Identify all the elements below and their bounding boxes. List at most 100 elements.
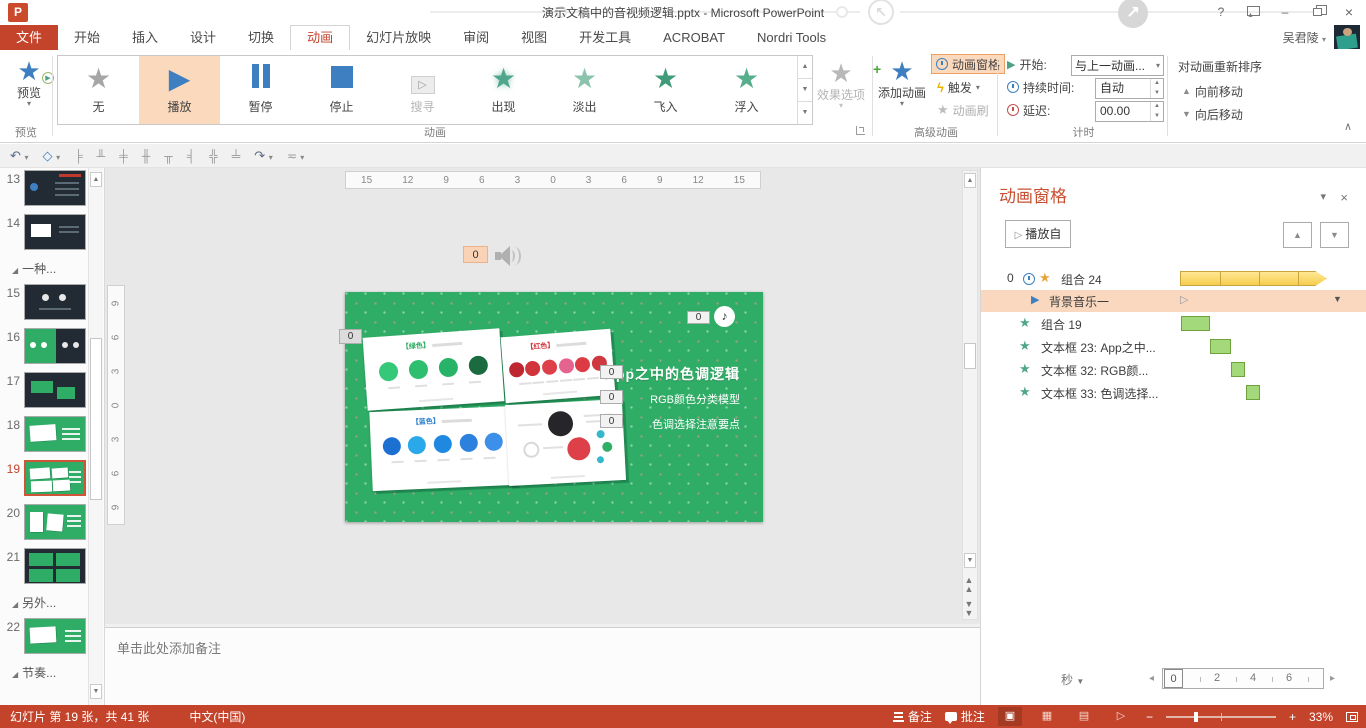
- timeline-scroll-right-icon[interactable]: ▸: [1330, 673, 1335, 684]
- delay-spinner[interactable]: 00.00 ▲▼: [1095, 101, 1164, 122]
- timeline-bar-yellow[interactable]: [1180, 271, 1327, 286]
- duration-spinner[interactable]: 自动 ▲▼: [1095, 78, 1164, 99]
- timeline-scale[interactable]: 0 2 4 6: [1162, 668, 1324, 689]
- audio-animation-sequence-badge[interactable]: 0: [463, 246, 488, 263]
- gallery-pause[interactable]: 暂停: [220, 56, 301, 124]
- timeline-position-marker[interactable]: 0: [1164, 669, 1183, 688]
- animation-pane-button[interactable]: 动画窗格: [931, 54, 1005, 74]
- duration-down-icon[interactable]: ▼: [1151, 89, 1163, 99]
- slide-counter[interactable]: 幻灯片 第 19 张，共 41 张: [10, 708, 149, 725]
- thumbnail-scrollbar[interactable]: ▲ ▼: [88, 168, 103, 705]
- reading-view-button[interactable]: ▤: [1072, 707, 1096, 726]
- animation-sequence-badge[interactable]: 0: [339, 329, 362, 344]
- tab-slideshow[interactable]: 幻灯片放映: [350, 25, 447, 50]
- comments-toggle-button[interactable]: 批注: [945, 708, 985, 725]
- minimize-button[interactable]: –: [1272, 2, 1298, 23]
- gallery-appear[interactable]: ★ 出现: [463, 56, 544, 124]
- timeline-scroll-left-icon[interactable]: ◂: [1149, 673, 1154, 684]
- distribute-horizontal-icon[interactable]: ╫: [142, 149, 151, 163]
- gallery-play[interactable]: ▶ 播放: [139, 56, 220, 124]
- animation-sequence-badge[interactable]: 0: [600, 365, 623, 379]
- tab-transitions[interactable]: 切换: [232, 25, 290, 50]
- zoom-slider-knob[interactable]: [1194, 712, 1198, 722]
- tab-file[interactable]: 文件: [0, 25, 58, 50]
- audio-speaker-icon[interactable]: [495, 244, 523, 268]
- tab-view[interactable]: 视图: [505, 25, 563, 50]
- next-slide-button[interactable]: ▼▼: [964, 600, 974, 618]
- start-combobox[interactable]: 与上一动画... ▾: [1071, 55, 1164, 76]
- scroll-up-icon[interactable]: ▲: [90, 172, 102, 187]
- scrollbar-thumb[interactable]: [90, 338, 102, 500]
- play-from-button[interactable]: ▷播放自: [1005, 220, 1071, 248]
- slide-canvas[interactable]: 【绿色】 【红色】: [345, 292, 763, 522]
- gallery-float-in[interactable]: ★↑ 浮入: [706, 56, 787, 124]
- tab-review[interactable]: 审阅: [447, 25, 505, 50]
- slide-subtitle1-text[interactable]: RGB颜色分类模型: [540, 391, 740, 407]
- move-down-button[interactable]: ▼: [1320, 222, 1349, 248]
- pane-close-icon[interactable]: ×: [1340, 190, 1348, 205]
- align-right-icon[interactable]: ╡: [187, 149, 196, 163]
- tab-developer[interactable]: 开发工具: [563, 25, 647, 50]
- delay-down-icon[interactable]: ▼: [1151, 112, 1163, 122]
- add-animation-button[interactable]: ★+ 添加动画 ▾: [877, 56, 927, 108]
- slide-card-diagram[interactable]: [505, 399, 626, 486]
- timeline-bar-green[interactable]: [1210, 339, 1231, 354]
- slide-card-green[interactable]: 【绿色】: [363, 328, 505, 410]
- redo-button[interactable]: ↷ ▾: [254, 148, 273, 164]
- account-avatar[interactable]: [1334, 25, 1360, 49]
- music-note-icon[interactable]: ♪: [714, 306, 735, 327]
- gallery-fly-in[interactable]: ★↑ 飞入: [625, 56, 706, 124]
- slideshow-view-button[interactable]: ▷: [1109, 707, 1133, 726]
- timeline-bar-green[interactable]: [1246, 385, 1260, 400]
- normal-view-button[interactable]: ▣: [998, 707, 1022, 726]
- animation-sequence-badge[interactable]: 0: [687, 311, 710, 324]
- animation-sequence-badge[interactable]: 0: [600, 390, 623, 404]
- previous-slide-button[interactable]: ▲▲: [964, 576, 974, 594]
- align-left-icon[interactable]: ╞: [74, 149, 83, 163]
- animation-dialog-launcher-icon[interactable]: [856, 126, 865, 135]
- help-button[interactable]: ?: [1208, 2, 1234, 23]
- gallery-expand-icon[interactable]: ▼: [798, 101, 812, 124]
- slide-subtitle2-text[interactable]: 色调选择注意要点: [540, 416, 740, 432]
- distribute-vertical-icon[interactable]: ╬: [209, 149, 218, 163]
- animation-item-textbox33[interactable]: ★ 文本框 33: 色调选择...: [981, 382, 1366, 404]
- align-top-icon[interactable]: ╥: [164, 149, 173, 163]
- collapse-ribbon-icon[interactable]: ∧: [1344, 120, 1352, 133]
- animation-item-textbox23[interactable]: ★ 文本框 23: App之中...: [981, 336, 1366, 358]
- fit-to-window-icon[interactable]: [1346, 712, 1358, 722]
- scroll-down-icon[interactable]: ▼: [90, 684, 102, 699]
- customize-toolbar-icon[interactable]: ≂ ▾: [287, 149, 304, 163]
- zoom-slider[interactable]: [1166, 716, 1276, 718]
- timeline-bar-green[interactable]: [1181, 316, 1210, 331]
- notes-placeholder[interactable]: 单击此处添加备注: [117, 638, 221, 657]
- animation-sequence-badge[interactable]: 0: [600, 414, 623, 428]
- duration-up-icon[interactable]: ▲: [1151, 79, 1163, 89]
- move-up-button[interactable]: ▲: [1283, 222, 1312, 248]
- undo-button[interactable]: ↶ ▾: [10, 148, 29, 164]
- gallery-stop[interactable]: 停止: [301, 56, 382, 124]
- tab-nordri-tools[interactable]: Nordri Tools: [741, 25, 842, 50]
- item-dropdown-icon[interactable]: ▼: [1333, 294, 1342, 304]
- shape-tool-button[interactable]: ◇ ▾: [43, 148, 61, 164]
- editor-scrollbar[interactable]: ▲ ▼: [962, 170, 978, 620]
- seconds-dropdown[interactable]: 秒 ▼: [1061, 671, 1084, 688]
- animation-item-group24[interactable]: 0 ★ 组合 24: [981, 268, 1366, 290]
- close-button[interactable]: ×: [1336, 2, 1362, 23]
- preview-button[interactable]: ★▶ 预览 ▾: [8, 56, 50, 108]
- tab-home[interactable]: 开始: [58, 25, 116, 50]
- tab-animations[interactable]: 动画: [290, 25, 350, 50]
- move-earlier-button[interactable]: ▲ 向前移动: [1178, 81, 1247, 101]
- scrollbar-thumb[interactable]: [964, 343, 976, 369]
- scroll-up-icon[interactable]: ▲: [964, 173, 976, 188]
- timeline-bar-green[interactable]: [1231, 362, 1245, 377]
- animation-item-textbox32[interactable]: ★ 文本框 32: RGB颜...: [981, 359, 1366, 381]
- align-bottom-icon[interactable]: ╨: [97, 149, 106, 163]
- gallery-fade[interactable]: ★ 淡出: [544, 56, 625, 124]
- gallery-scroll-up-icon[interactable]: ▲: [798, 56, 812, 78]
- tab-design[interactable]: 设计: [174, 25, 232, 50]
- trigger-button[interactable]: ϟ 触发 ▾: [933, 77, 984, 97]
- align-center-icon[interactable]: ╪: [119, 149, 128, 163]
- notes-toggle-button[interactable]: 备注: [893, 708, 932, 725]
- scroll-down-icon[interactable]: ▼: [964, 553, 976, 568]
- gallery-scroll-down-icon[interactable]: ▼: [798, 78, 812, 101]
